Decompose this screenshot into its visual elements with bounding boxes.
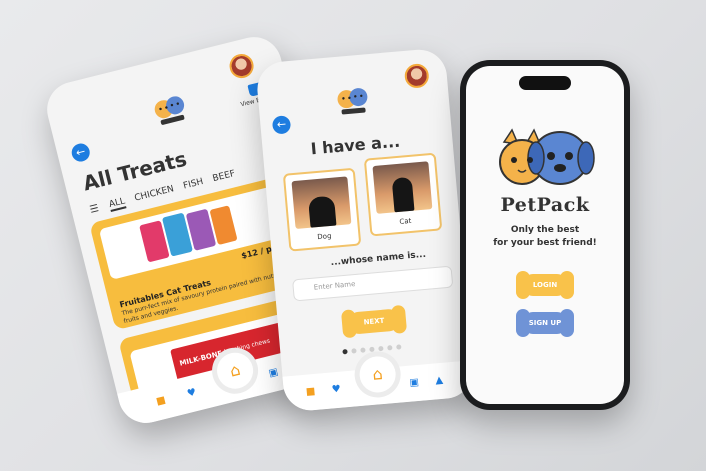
bag-icon[interactable]: ■ [155, 395, 167, 408]
back-button[interactable]: ← [69, 141, 92, 164]
tagline-line-2: for your best friend! [493, 238, 597, 248]
bag-icon[interactable]: ■ [305, 386, 315, 398]
login-button[interactable]: LOGIN [516, 271, 574, 299]
pet-name-input[interactable]: Enter Name [292, 265, 454, 302]
pet-option-cat[interactable]: Cat [363, 152, 443, 237]
petpack-logo [499, 128, 595, 185]
bell-icon[interactable]: ▲ [435, 375, 444, 387]
heart-nav-icon[interactable]: ♥ [331, 384, 341, 396]
signup-button[interactable]: SIGN UP [516, 309, 574, 337]
user-avatar[interactable] [403, 62, 430, 89]
pet-label: Dog [317, 231, 332, 242]
pet-option-dog[interactable]: Dog [282, 167, 362, 252]
pagination-dots [342, 344, 402, 355]
page-dot[interactable] [396, 344, 402, 350]
tab-beef[interactable]: BEEF [212, 169, 237, 186]
home-icon: ⌂ [227, 359, 243, 381]
truck-icon[interactable]: ▣ [409, 377, 419, 389]
filter-icon[interactable]: ☰ [89, 203, 100, 216]
page-dot[interactable] [378, 345, 384, 352]
heart-nav-icon[interactable]: ♥ [186, 387, 197, 400]
onboarding-screen: ← I have a... Dog Cat ...whose name is..… [255, 47, 475, 413]
page-title: I have a... [309, 131, 401, 159]
truck-icon[interactable]: ▣ [268, 366, 280, 379]
home-icon: ⌂ [371, 364, 384, 384]
page-dot[interactable] [342, 348, 348, 355]
page-dot[interactable] [351, 348, 357, 354]
user-avatar[interactable] [227, 51, 257, 81]
welcome-screen: PetPack Only the best for your best frie… [466, 66, 624, 404]
name-prompt: ...whose name is... [330, 249, 427, 269]
cat-photo [372, 161, 433, 214]
dog-photo [291, 176, 352, 230]
petpack-logo [154, 96, 185, 125]
brand-wordmark: PetPack [500, 194, 590, 216]
welcome-phone: PetPack Only the best for your best frie… [460, 60, 630, 410]
next-button[interactable]: NEXT [347, 308, 401, 335]
tab-all[interactable]: ALL [108, 196, 127, 212]
pet-label: Cat [399, 216, 412, 226]
page-dot[interactable] [369, 346, 375, 353]
input-placeholder: Enter Name [313, 280, 356, 292]
mockup-stage: ← View Basket All Treats ☰ ALL CHICKEN F… [0, 0, 706, 471]
tagline-line-1: Only the best [510, 225, 580, 235]
phone-notch [519, 76, 571, 90]
page-dot[interactable] [387, 345, 393, 351]
back-button[interactable]: ← [271, 115, 292, 135]
petpack-logo [337, 88, 368, 115]
tab-fish[interactable]: FISH [182, 177, 205, 194]
page-dot[interactable] [360, 347, 366, 353]
